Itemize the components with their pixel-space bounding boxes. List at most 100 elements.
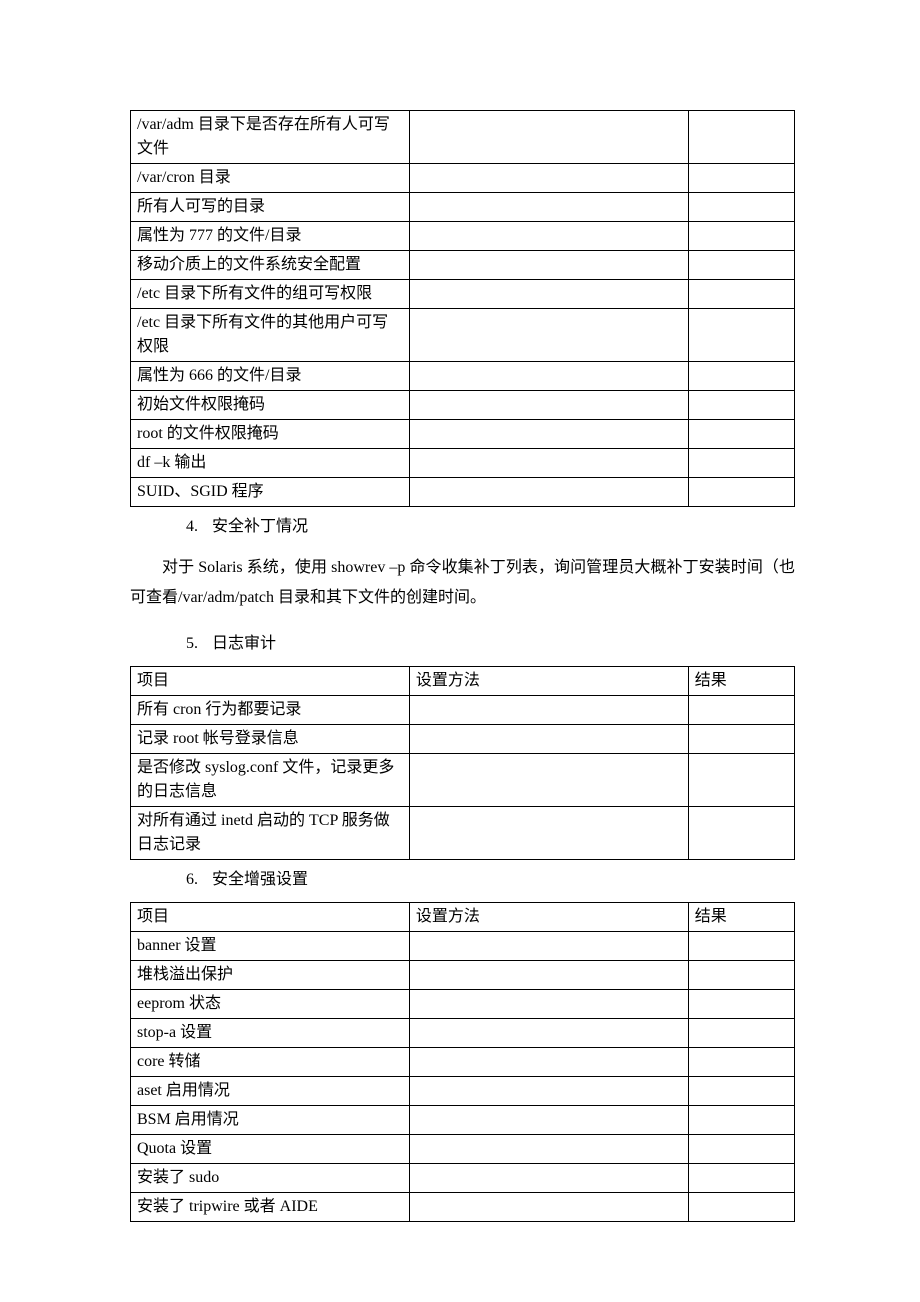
cell-method (409, 111, 688, 164)
col-header-result: 结果 (688, 902, 794, 931)
cell-item: /var/cron 目录 (131, 164, 410, 193)
cell-item: SUID、SGID 程序 (131, 478, 410, 507)
cell-item: /var/adm 目录下是否存在所有人可写文件 (131, 111, 410, 164)
cell-method (409, 695, 688, 724)
table-row: BSM 启用情况 (131, 1105, 795, 1134)
cell-item: 堆栈溢出保护 (131, 960, 410, 989)
cell-result (688, 989, 794, 1018)
cell-result (688, 362, 794, 391)
table-row: 堆栈溢出保护 (131, 960, 795, 989)
cell-method (409, 753, 688, 806)
section-4-title: 安全补丁情况 (212, 515, 308, 539)
table-row: stop-a 设置 (131, 1018, 795, 1047)
col-header-method: 设置方法 (409, 666, 688, 695)
table-row: 移动介质上的文件系统安全配置 (131, 251, 795, 280)
cell-method (409, 960, 688, 989)
col-header-item: 项目 (131, 666, 410, 695)
cell-result (688, 1192, 794, 1221)
cell-item: 属性为 666 的文件/目录 (131, 362, 410, 391)
cell-method (409, 222, 688, 251)
cell-result (688, 1105, 794, 1134)
cell-method (409, 280, 688, 309)
section-4-number: 4. (174, 515, 198, 539)
table-file-permissions: /var/adm 目录下是否存在所有人可写文件/var/cron 目录所有人可写… (130, 110, 795, 507)
cell-method (409, 309, 688, 362)
cell-item: 属性为 777 的文件/目录 (131, 222, 410, 251)
cell-method (409, 931, 688, 960)
cell-result (688, 111, 794, 164)
cell-result (688, 164, 794, 193)
table-row: 所有人可写的目录 (131, 193, 795, 222)
table-row: root 的文件权限掩码 (131, 420, 795, 449)
cell-item: aset 启用情况 (131, 1076, 410, 1105)
cell-item: stop-a 设置 (131, 1018, 410, 1047)
cell-result (688, 478, 794, 507)
cell-item: 所有人可写的目录 (131, 193, 410, 222)
document-page: /var/adm 目录下是否存在所有人可写文件/var/cron 目录所有人可写… (0, 0, 920, 1302)
cell-method (409, 806, 688, 859)
cell-item: 初始文件权限掩码 (131, 391, 410, 420)
cell-method (409, 251, 688, 280)
cell-item: 安装了 tripwire 或者 AIDE (131, 1192, 410, 1221)
section-5-title: 日志审计 (212, 632, 276, 656)
table-security-enhance: 项目 设置方法 结果 banner 设置堆栈溢出保护eeprom 状态stop-… (130, 902, 795, 1222)
cell-method (409, 1134, 688, 1163)
col-header-result: 结果 (688, 666, 794, 695)
table-row: SUID、SGID 程序 (131, 478, 795, 507)
cell-result (688, 1047, 794, 1076)
cell-method (409, 724, 688, 753)
cell-item: 对所有通过 inetd 启动的 TCP 服务做日志记录 (131, 806, 410, 859)
cell-method (409, 391, 688, 420)
table-row: 属性为 666 的文件/目录 (131, 362, 795, 391)
table-row: 对所有通过 inetd 启动的 TCP 服务做日志记录 (131, 806, 795, 859)
cell-method (409, 1076, 688, 1105)
cell-item: 所有 cron 行为都要记录 (131, 695, 410, 724)
cell-result (688, 1076, 794, 1105)
cell-method (409, 420, 688, 449)
section-4-heading: 4. 安全补丁情况 (174, 515, 795, 539)
table-log-audit: 项目 设置方法 结果 所有 cron 行为都要记录记录 root 帐号登录信息是… (130, 666, 795, 860)
table-row: /var/cron 目录 (131, 164, 795, 193)
table-row: 属性为 777 的文件/目录 (131, 222, 795, 251)
cell-item: core 转储 (131, 1047, 410, 1076)
cell-method (409, 478, 688, 507)
cell-method (409, 449, 688, 478)
cell-method (409, 989, 688, 1018)
cell-item: 安装了 sudo (131, 1163, 410, 1192)
section-6-title: 安全增强设置 (212, 868, 308, 892)
cell-result (688, 1134, 794, 1163)
section-5-heading: 5. 日志审计 (174, 632, 795, 656)
section-4-paragraph: 对于 Solaris 系统，使用 showrev –p 命令收集补丁列表，询问管… (130, 553, 795, 614)
cell-item: eeprom 状态 (131, 989, 410, 1018)
col-header-item: 项目 (131, 902, 410, 931)
table-row: df –k 输出 (131, 449, 795, 478)
cell-result (688, 309, 794, 362)
cell-item: BSM 启用情况 (131, 1105, 410, 1134)
cell-method (409, 1105, 688, 1134)
table-row: 安装了 tripwire 或者 AIDE (131, 1192, 795, 1221)
cell-method (409, 1018, 688, 1047)
table-row: 所有 cron 行为都要记录 (131, 695, 795, 724)
section-6-number: 6. (174, 868, 198, 892)
cell-result (688, 193, 794, 222)
section-5-number: 5. (174, 632, 198, 656)
cell-result (688, 1163, 794, 1192)
cell-item: /etc 目录下所有文件的组可写权限 (131, 280, 410, 309)
col-header-method: 设置方法 (409, 902, 688, 931)
cell-result (688, 931, 794, 960)
cell-item: Quota 设置 (131, 1134, 410, 1163)
table-row: /etc 目录下所有文件的其他用户可写权限 (131, 309, 795, 362)
table-header-row: 项目 设置方法 结果 (131, 902, 795, 931)
table-row: 记录 root 帐号登录信息 (131, 724, 795, 753)
table-row: 初始文件权限掩码 (131, 391, 795, 420)
table-row: /etc 目录下所有文件的组可写权限 (131, 280, 795, 309)
table-row: core 转储 (131, 1047, 795, 1076)
table-row: 安装了 sudo (131, 1163, 795, 1192)
cell-result (688, 449, 794, 478)
cell-result (688, 280, 794, 309)
cell-item: 记录 root 帐号登录信息 (131, 724, 410, 753)
cell-method (409, 193, 688, 222)
cell-item: /etc 目录下所有文件的其他用户可写权限 (131, 309, 410, 362)
table-row: eeprom 状态 (131, 989, 795, 1018)
cell-method (409, 1163, 688, 1192)
